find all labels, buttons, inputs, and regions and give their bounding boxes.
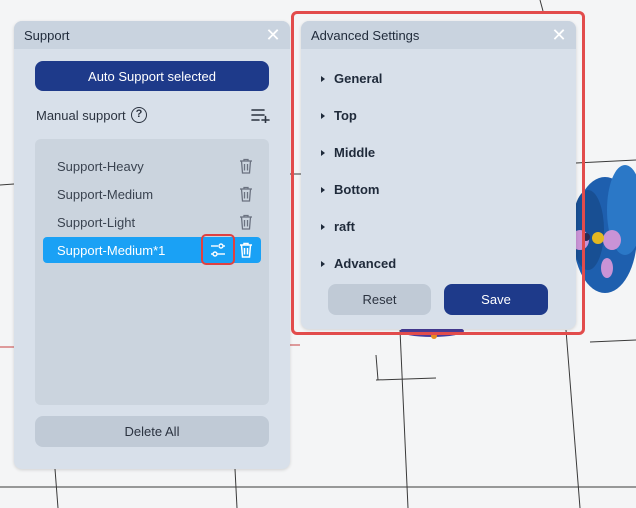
advanced-settings-title: Advanced Settings — [311, 27, 420, 43]
section-middle[interactable]: Middle — [321, 145, 375, 160]
list-item-label: Support-Medium — [57, 186, 154, 202]
list-add-icon[interactable] — [250, 107, 270, 123]
list-item-support-medium-1[interactable]: Support-Medium*1 — [43, 234, 261, 265]
advanced-settings-panel: Advanced Settings ✕ General Top Middle B… — [301, 21, 576, 329]
section-label: raft — [334, 219, 355, 234]
support-list: Support-Heavy Support-Medium Support-Lig… — [35, 139, 269, 405]
section-advanced[interactable]: Advanced — [321, 256, 396, 271]
caret-right-icon — [321, 186, 325, 193]
close-icon[interactable]: ✕ — [550, 26, 568, 44]
advanced-settings-header: Advanced Settings ✕ — [301, 21, 576, 49]
section-top[interactable]: Top — [321, 108, 357, 123]
trash-icon[interactable] — [239, 214, 253, 230]
list-item-support-heavy[interactable]: Support-Heavy — [43, 153, 261, 179]
section-general[interactable]: General — [321, 71, 382, 86]
save-button[interactable]: Save — [444, 284, 548, 315]
list-item-label: Support-Medium*1 — [57, 242, 166, 258]
section-label: Middle — [334, 145, 376, 160]
close-icon[interactable]: ✕ — [264, 26, 282, 44]
caret-right-icon — [321, 223, 325, 230]
section-bottom[interactable]: Bottom — [321, 182, 380, 197]
section-label: Advanced — [334, 256, 397, 271]
list-item-support-light[interactable]: Support-Light — [43, 209, 261, 235]
help-icon[interactable]: ? — [131, 107, 147, 123]
support-panel-title: Support — [24, 27, 70, 43]
section-label: Top — [334, 108, 357, 123]
section-raft[interactable]: raft — [321, 219, 355, 234]
trash-icon[interactable] — [239, 242, 253, 258]
support-panel: Support ✕ Auto Support selected Manual s… — [14, 21, 290, 469]
caret-right-icon — [321, 149, 325, 156]
caret-right-icon — [321, 75, 325, 82]
caret-right-icon — [321, 260, 325, 267]
section-label: General — [334, 71, 383, 86]
caret-right-icon — [321, 112, 325, 119]
list-item-label: Support-Light — [57, 214, 136, 230]
trash-icon[interactable] — [239, 158, 253, 174]
delete-all-button[interactable]: Delete All — [35, 416, 269, 447]
sliders-icon[interactable] — [201, 234, 235, 265]
support-panel-header: Support ✕ — [14, 21, 290, 49]
reset-button[interactable]: Reset — [328, 284, 431, 315]
auto-support-button[interactable]: Auto Support selected — [35, 61, 269, 91]
manual-support-label: Manual support — [36, 108, 126, 123]
section-label: Bottom — [334, 182, 380, 197]
trash-icon[interactable] — [239, 186, 253, 202]
list-item-label: Support-Heavy — [57, 158, 144, 174]
list-item-support-medium[interactable]: Support-Medium — [43, 181, 261, 207]
